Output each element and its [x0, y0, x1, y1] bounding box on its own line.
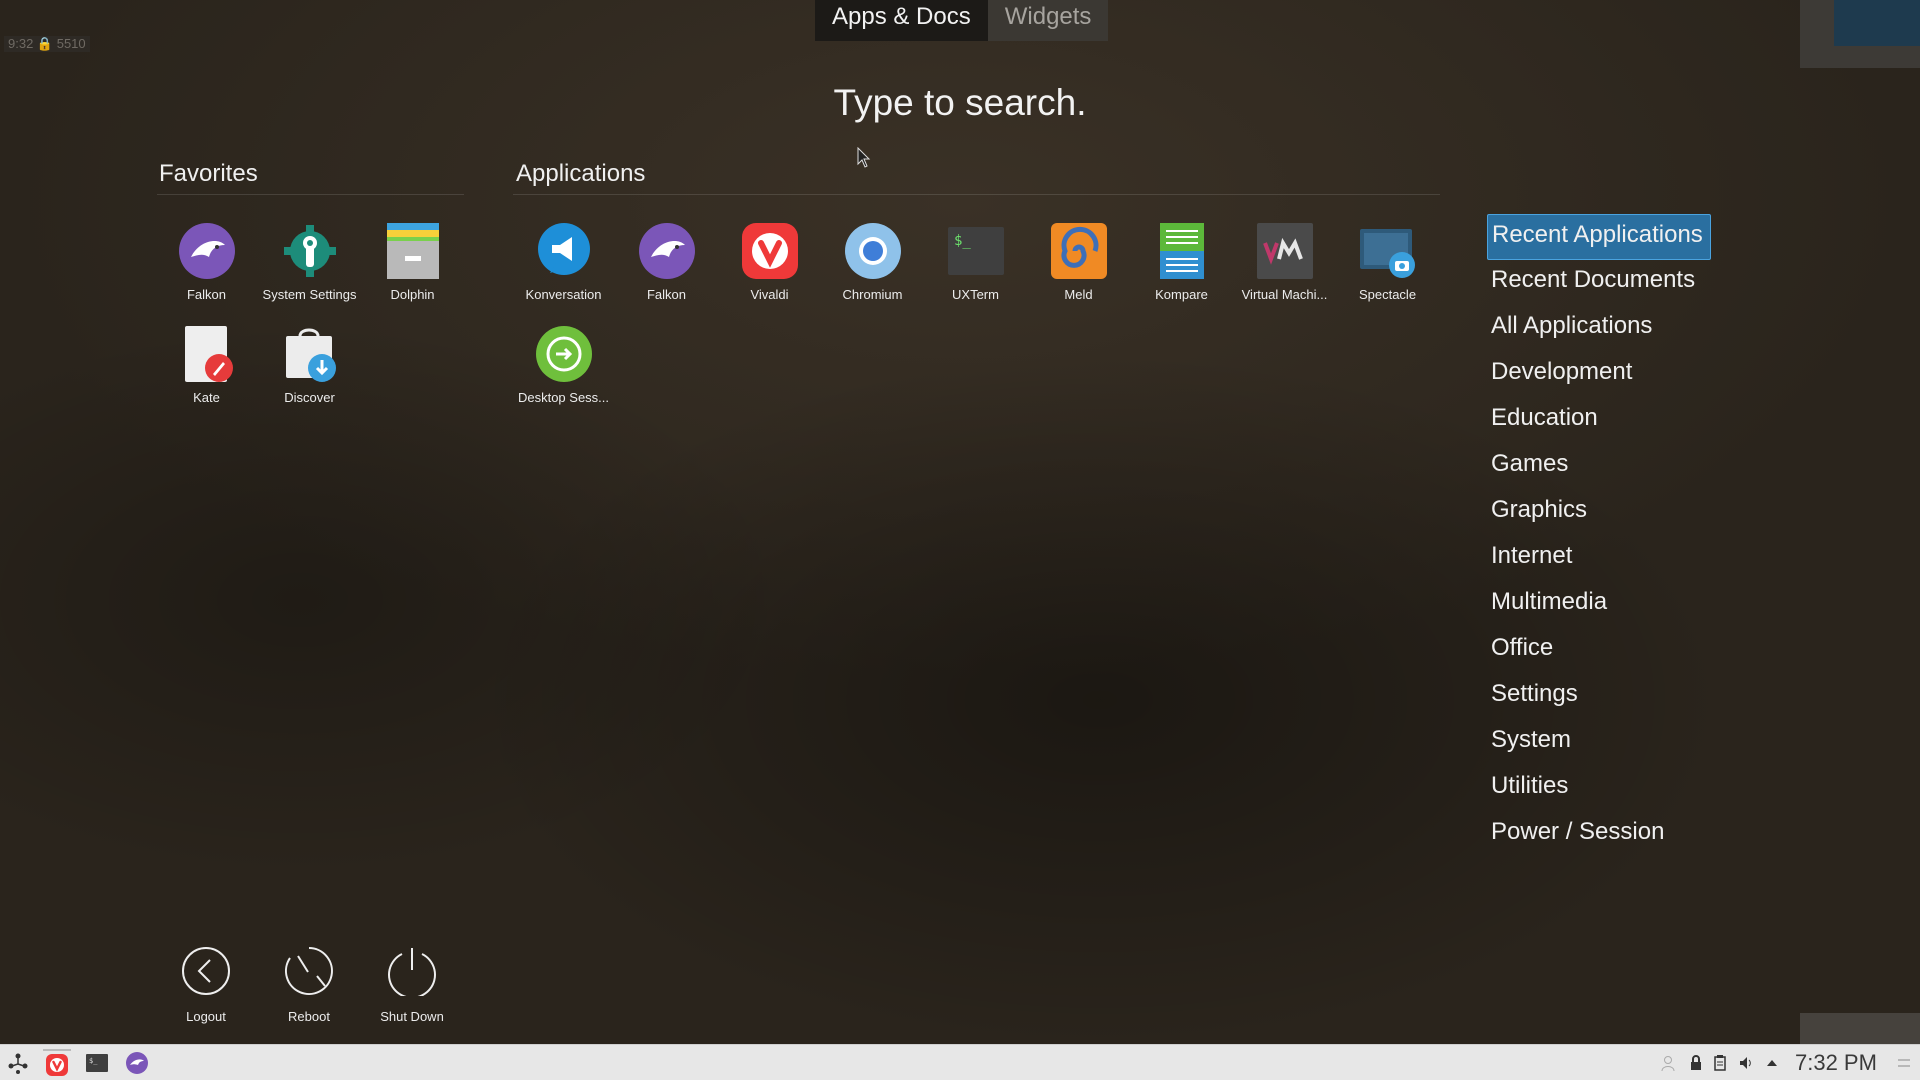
favorite-dolphin[interactable]: Dolphin — [361, 223, 464, 323]
svg-text:$_: $_ — [954, 233, 971, 249]
tile-label: System Settings — [262, 287, 357, 302]
app-virtual-machine-manager[interactable]: Virtual Machi... — [1233, 223, 1336, 323]
desktop-corner-widget-bottom[interactable] — [1800, 1013, 1920, 1045]
vivaldi-icon — [46, 1054, 68, 1076]
clipboard-icon[interactable] — [1712, 1055, 1728, 1071]
category-all-applications[interactable]: All Applications — [1487, 306, 1711, 352]
category-list: Recent Applications Recent Documents All… — [1487, 214, 1711, 858]
taskbar-vivaldi[interactable] — [43, 1049, 71, 1079]
app-spectacle[interactable]: Spectacle — [1336, 223, 1439, 323]
favorite-kate[interactable]: Kate — [155, 326, 258, 426]
tile-label: Kate — [193, 390, 220, 405]
category-utilities[interactable]: Utilities — [1487, 766, 1711, 812]
shutdown-button[interactable]: Shut Down — [362, 946, 462, 1024]
tile-label: Spectacle — [1358, 287, 1417, 302]
category-development[interactable]: Development — [1487, 352, 1711, 398]
user-icon[interactable] — [1660, 1055, 1676, 1071]
tile-label: Virtual Machi... — [1241, 287, 1328, 302]
app-kompare[interactable]: Kompare — [1130, 223, 1233, 323]
falkon-icon — [638, 223, 695, 279]
discover-icon — [282, 326, 338, 382]
mouse-cursor-icon — [857, 147, 871, 168]
desktop-session-icon — [535, 326, 592, 382]
tile-label: Meld — [1064, 287, 1093, 302]
category-education[interactable]: Education — [1487, 398, 1711, 444]
applications-title: Applications — [516, 160, 646, 187]
search-hint: Type to search. — [833, 82, 1087, 123]
panel-options-icon[interactable] — [1896, 1055, 1912, 1071]
kate-icon — [179, 326, 235, 382]
logout-icon — [182, 947, 230, 995]
app-vivaldi[interactable]: Vivaldi — [718, 223, 821, 323]
tile-label: Falkon — [646, 287, 687, 302]
favorites-title: Favorites — [159, 160, 258, 187]
tab-widgets[interactable]: Widgets — [987, 0, 1109, 41]
favorite-falkon[interactable]: Falkon — [155, 223, 258, 323]
tile-label: Chromium — [842, 287, 903, 302]
taskbar-terminal[interactable]: $_ — [83, 1049, 111, 1077]
reboot-button[interactable]: Reboot — [259, 946, 359, 1024]
power-icon — [388, 948, 436, 999]
dolphin-icon — [385, 223, 441, 279]
tab-apps-docs[interactable]: Apps & Docs — [815, 0, 988, 41]
tile-label: UXTerm — [952, 287, 999, 302]
app-falkon[interactable]: Falkon — [615, 223, 718, 323]
vivaldi-icon — [741, 223, 798, 279]
desktop-corner-preview — [1834, 0, 1920, 46]
applications-divider — [513, 194, 1440, 195]
reboot-label: Reboot — [288, 1009, 330, 1024]
hidden-status-text: 9:32 🔒 5510 — [4, 36, 90, 52]
category-office[interactable]: Office — [1487, 628, 1711, 674]
category-power-session[interactable]: Power / Session — [1487, 812, 1711, 858]
tile-label: Discover — [284, 390, 335, 405]
chromium-icon — [844, 223, 901, 279]
logout-label: Logout — [186, 1009, 226, 1024]
category-games[interactable]: Games — [1487, 444, 1711, 490]
app-chromium[interactable]: Chromium — [821, 223, 924, 323]
tile-label: Kompare — [1155, 287, 1208, 302]
tile-label: Konversation — [525, 287, 602, 302]
virtual-machine-icon — [1256, 223, 1313, 279]
logout-button[interactable]: Logout — [156, 946, 256, 1024]
category-settings[interactable]: Settings — [1487, 674, 1711, 720]
meld-icon — [1050, 223, 1107, 279]
falkon-icon — [178, 223, 235, 279]
system-settings-icon — [282, 223, 338, 279]
tile-label: Dolphin — [390, 287, 435, 302]
favorite-system-settings[interactable]: System Settings — [258, 223, 361, 323]
spectacle-icon — [1359, 223, 1416, 279]
terminal-icon: $_ — [86, 1054, 108, 1072]
tile-label: Desktop Sess... — [517, 390, 610, 405]
show-hidden-icons-chevron-up-icon[interactable] — [1764, 1055, 1780, 1071]
tile-label: Vivaldi — [750, 287, 789, 302]
svg-text:$_: $_ — [89, 1057, 98, 1065]
app-konversation[interactable]: Konversation — [512, 223, 615, 323]
taskbar: $_ 7:32 PM — [0, 1044, 1920, 1080]
reboot-icon — [285, 947, 333, 995]
category-multimedia[interactable]: Multimedia — [1487, 582, 1711, 628]
application-launcher-button[interactable] — [4, 1049, 32, 1077]
app-uxterm[interactable]: $_ UXTerm — [924, 223, 1027, 323]
kompare-icon — [1154, 223, 1210, 279]
category-graphics[interactable]: Graphics — [1487, 490, 1711, 536]
category-internet[interactable]: Internet — [1487, 536, 1711, 582]
favorites-divider — [157, 194, 464, 195]
app-meld[interactable]: Meld — [1027, 223, 1130, 323]
volume-icon[interactable] — [1738, 1055, 1754, 1071]
category-system[interactable]: System — [1487, 720, 1711, 766]
category-recent-applications[interactable]: Recent Applications — [1487, 214, 1711, 260]
app-desktop-session[interactable]: Desktop Sess... — [512, 326, 615, 426]
favorite-discover[interactable]: Discover — [258, 326, 361, 426]
lock-icon[interactable] — [1688, 1055, 1704, 1071]
taskbar-falkon[interactable] — [123, 1049, 151, 1077]
category-recent-documents[interactable]: Recent Documents — [1487, 260, 1711, 306]
shutdown-label: Shut Down — [380, 1009, 444, 1024]
launcher-tabs: Apps & Docs Widgets — [815, 0, 1109, 41]
clock[interactable]: 7:32 PM — [1795, 1050, 1877, 1076]
terminal-icon: $_ — [947, 223, 1004, 279]
launcher-icon — [8, 1053, 28, 1074]
tile-label: Falkon — [186, 287, 227, 302]
falkon-icon — [126, 1052, 148, 1074]
konversation-icon — [536, 223, 592, 279]
